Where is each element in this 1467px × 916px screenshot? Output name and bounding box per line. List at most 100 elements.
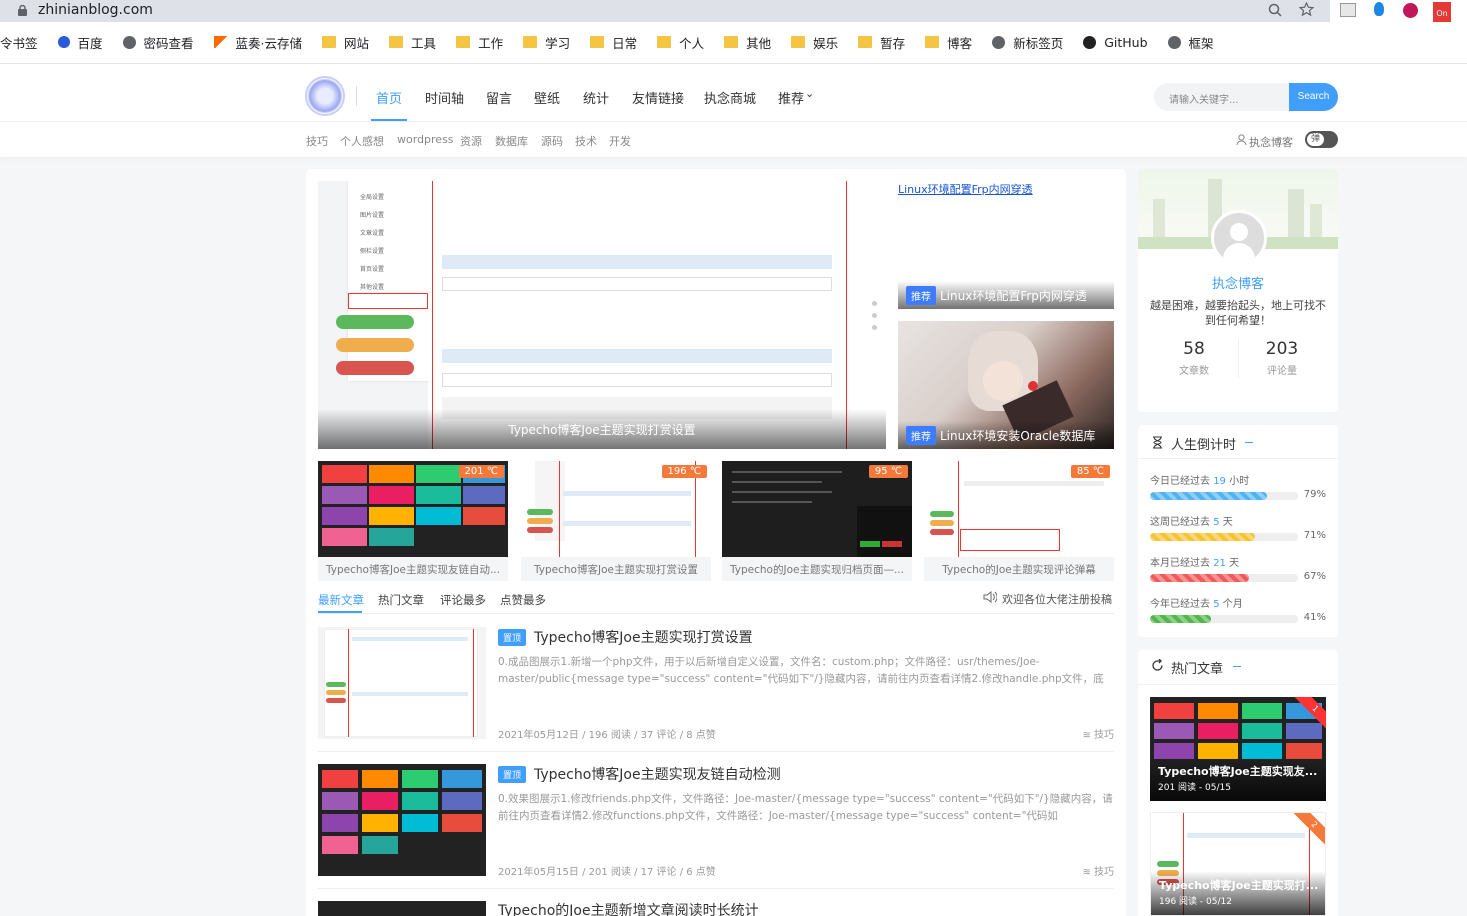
article-meta: 2021年05月15日 / 201 阅读 / 17 评论 / 6 点赞 <box>498 867 716 878</box>
countdown-row: 今日已经过去 19 小时 79% <box>1150 472 1326 500</box>
refresh-icon <box>1152 659 1163 671</box>
address-bar[interactable]: zhinianblog.com <box>0 0 1330 22</box>
article-title[interactable]: Typecho博客Joe主题实现友链自动检测 <box>534 764 781 784</box>
nav-item[interactable]: 时间轴 <box>425 88 464 107</box>
bookmark-item[interactable]: 百度 <box>57 33 103 52</box>
progress-fill <box>1150 574 1250 582</box>
thumb-card[interactable]: 95 ℃ Typecho的Joe主题实现归档页面—... <box>722 461 912 581</box>
bookmark-item[interactable]: 暂存 <box>858 33 905 52</box>
bookmark-item[interactable]: 蓝奏·云存储 <box>213 33 302 52</box>
article-thumbnail[interactable] <box>318 764 486 876</box>
article-thumbnail[interactable] <box>318 627 486 739</box>
bookmark-item[interactable]: 工作 <box>456 33 503 52</box>
on-extension-icon[interactable]: On <box>1433 2 1451 22</box>
nav-item[interactable]: 壁纸 <box>534 88 560 107</box>
bookmark-item[interactable]: 令书签 <box>0 33 38 52</box>
tab-hot[interactable]: 热门文章 <box>378 592 424 608</box>
star-icon[interactable] <box>1299 2 1314 17</box>
comment-count-label: 评论量 <box>1267 366 1297 377</box>
tab-latest[interactable]: 最新文章 <box>318 592 364 608</box>
submit-notice[interactable]: 欢迎各位大佬注册投稿 <box>1002 591 1112 607</box>
article-title[interactable]: Typecho博客Joe主题实现打赏设置 <box>534 627 753 647</box>
category-link[interactable]: 开发 <box>609 133 631 149</box>
article-category[interactable]: ≋ 技巧 <box>1082 863 1114 878</box>
user-link[interactable]: 执念博客 <box>1249 134 1293 150</box>
avatar[interactable] <box>1211 210 1267 266</box>
article-thumbnail[interactable] <box>318 901 486 916</box>
circle-extension-icon[interactable] <box>1403 3 1418 18</box>
category-link[interactable]: wordpress <box>397 133 454 146</box>
category-label: 技巧 <box>1094 730 1114 741</box>
thumb-card[interactable]: 201 ℃ Typecho博客Joe主题实现友链自动... <box>318 461 508 581</box>
bookmark-item[interactable]: 日常 <box>590 33 637 52</box>
category-link[interactable]: 源码 <box>541 133 563 149</box>
bookmark-item[interactable]: 个人 <box>657 33 704 52</box>
hot-article-card[interactable]: 2 Typecho博客Joe主题实现打... 196 阅读 - 05/12 <box>1150 812 1326 916</box>
category-link[interactable]: 技术 <box>575 133 597 149</box>
profile-motto: 越是困难，越要抬起头，地上可找不到任何希望！ <box>1150 299 1326 327</box>
bookmark-item[interactable]: 娱乐 <box>791 33 838 52</box>
article-excerpt: 0.效果图展示1.修改friends.php文件，文件路径：Joe-master… <box>498 793 1113 822</box>
nav-item[interactable]: 统计 <box>583 88 609 107</box>
bulb-extension-icon[interactable] <box>1374 2 1384 16</box>
profile-name[interactable]: 执念博客 <box>1138 273 1338 292</box>
bookmark-item[interactable]: 网站 <box>322 33 369 52</box>
zoom-icon[interactable] <box>1268 3 1282 17</box>
nav-item[interactable]: 首页 <box>376 88 402 107</box>
search-input[interactable]: 请输入关键字... <box>1154 83 1289 111</box>
comment-count: 203 <box>1265 339 1299 359</box>
slider-side-1[interactable]: Linux环境配置Frp内网穿透 推荐 Linux环境配置Frp内网穿透 <box>898 181 1114 309</box>
temperature-badge: 196 ℃ <box>661 465 707 478</box>
bookmark-item[interactable]: 新标签页 <box>992 33 1063 52</box>
progress-percent: 41% <box>1303 612 1326 623</box>
tab-most-comments[interactable]: 评论最多 <box>440 592 486 608</box>
hot-article-card[interactable]: 1 Typecho博客Joe主题实现友... 201 阅读 - 05/15 <box>1150 697 1326 801</box>
bookmark-item[interactable]: 密码查看 <box>122 33 194 52</box>
lanzou-icon <box>213 36 228 48</box>
article-title[interactable]: Typecho的Joe主题新增文章阅读时长统计 <box>498 900 759 916</box>
slider-side-2[interactable]: 推荐 Linux环境安装Oracle数据库 <box>898 321 1114 449</box>
thumb-title: Typecho的Joe主题实现评论弹幕 <box>942 564 1096 576</box>
thumb-card[interactable]: 85 ℃ Typecho的Joe主题实现评论弹幕 <box>924 461 1114 581</box>
progress-bar <box>1150 574 1298 582</box>
slider-main[interactable]: 全局设置 图片设置 文章设置 侧栏设置 首页设置 其他设置 Typecho博客Joe主题实… <box>318 181 886 449</box>
countdown-num: 19 <box>1213 476 1226 487</box>
pinned-tag: 置顶 <box>498 629 527 646</box>
nav-item[interactable]: 友情链接 <box>632 88 684 107</box>
progress-bar <box>1150 615 1298 623</box>
bookmark-item[interactable]: GitHub <box>1083 35 1148 50</box>
category-link[interactable]: 个人感想 <box>340 133 384 149</box>
bookmark-item[interactable]: 其他 <box>724 33 771 52</box>
folder-icon <box>724 36 739 48</box>
post-count: 58 <box>1183 339 1205 359</box>
progress-bar <box>1150 533 1298 541</box>
category-link[interactable]: 数据库 <box>495 133 528 149</box>
recommend-tag: 推荐 <box>906 285 936 305</box>
nav-item[interactable]: 留言 <box>486 88 512 107</box>
barrage-toggle[interactable]: 弹 <box>1305 131 1338 148</box>
gmail-extension-icon[interactable] <box>1340 3 1356 17</box>
site-logo[interactable] <box>305 76 345 116</box>
temperature-badge: 85 ℃ <box>1070 465 1110 478</box>
search-button[interactable]: Search <box>1289 83 1338 111</box>
nav-item[interactable]: 推荐 <box>778 88 804 107</box>
category-link[interactable]: 资源 <box>460 133 482 149</box>
lock-icon <box>18 5 27 16</box>
bookmark-item[interactable]: 框架 <box>1167 33 1214 52</box>
chevron-down-icon: ⌄ <box>805 87 815 100</box>
countdown-unit: 个月 <box>1222 599 1243 610</box>
nav-item[interactable]: 执念商城 <box>704 88 756 107</box>
countdown-row: 本月已经过去 21 天 67% <box>1150 554 1326 582</box>
article-category[interactable]: ≋ 技巧 <box>1082 726 1114 741</box>
bookmark-item[interactable]: 博客 <box>925 33 972 52</box>
bookmarks-bar: 令书签 百度 密码查看 蓝奏·云存储 网站 工具 工作 学习 日常 个人 其他 娱乐 暂存 博客 新标签页 G… <box>0 30 1234 54</box>
countdown-pre: 今日已经过去 <box>1150 476 1210 487</box>
thumb-card[interactable]: 196 ℃ Typecho博客Joe主题实现打赏设置 <box>521 461 711 581</box>
tab-most-likes[interactable]: 点赞最多 <box>500 592 546 608</box>
countdown-title: 人生倒计时 <box>1171 438 1237 453</box>
progress-percent: 79% <box>1303 489 1326 500</box>
category-link[interactable]: 技巧 <box>306 133 328 149</box>
progress-percent: 67% <box>1303 571 1326 582</box>
bookmark-item[interactable]: 学习 <box>523 33 570 52</box>
bookmark-item[interactable]: 工具 <box>389 33 436 52</box>
